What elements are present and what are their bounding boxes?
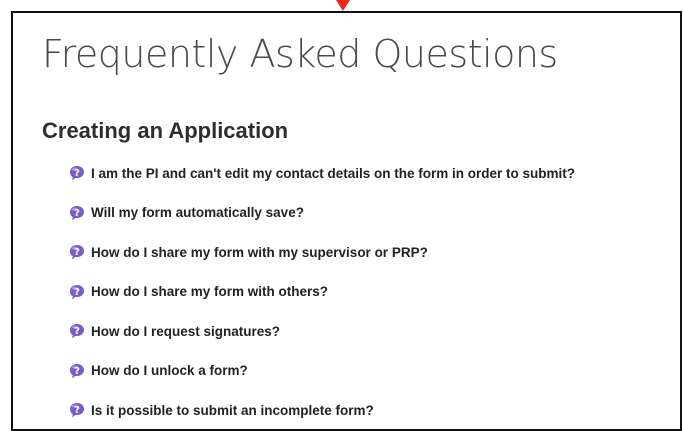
faq-question-label: How do I request signatures? — [91, 323, 281, 339]
question-bubble-icon: ? — [69, 363, 85, 379]
page-title: Frequently Asked Questions — [42, 32, 558, 76]
faq-item-request-signatures[interactable]: ? How do I request signatures? — [69, 321, 575, 341]
question-bubble-icon: ? — [69, 244, 85, 260]
svg-text:?: ? — [74, 287, 80, 298]
faq-item-unlock-form[interactable]: ? How do I unlock a form? — [69, 361, 575, 381]
faq-item-autosave[interactable]: ? Will my form automatically save? — [69, 203, 575, 223]
svg-text:?: ? — [74, 247, 80, 258]
faq-question-label: How do I share my form with my superviso… — [91, 244, 428, 260]
faq-item-share-supervisor[interactable]: ? How do I share my form with my supervi… — [69, 242, 575, 262]
pointer-arrow-icon — [336, 0, 350, 11]
faq-panel: Frequently Asked Questions Creating an A… — [11, 11, 682, 431]
question-bubble-icon: ? — [69, 284, 85, 300]
svg-text:?: ? — [74, 366, 80, 377]
question-bubble-icon: ? — [69, 323, 85, 339]
svg-text:?: ? — [74, 168, 80, 179]
svg-text:?: ? — [74, 326, 80, 337]
faq-list: ? I am the PI and can't edit my contact … — [69, 163, 575, 429]
faq-question-label: Is it possible to submit an incomplete f… — [91, 402, 374, 418]
faq-item-share-others[interactable]: ? How do I share my form with others? — [69, 282, 575, 302]
question-bubble-icon: ? — [69, 402, 85, 418]
section-heading: Creating an Application — [42, 118, 289, 143]
faq-item-incomplete-form[interactable]: ? Is it possible to submit an incomplete… — [69, 400, 575, 420]
faq-question-label: I am the PI and can't edit my contact de… — [91, 165, 576, 181]
svg-text:?: ? — [74, 208, 80, 219]
faq-question-label: How do I share my form with others? — [91, 284, 329, 299]
faq-question-label: How do I unlock a form? — [91, 363, 248, 378]
faq-question-label: Will my form automatically save? — [91, 205, 304, 220]
svg-text:?: ? — [74, 405, 80, 416]
question-bubble-icon: ? — [69, 165, 85, 181]
question-bubble-icon: ? — [69, 205, 85, 221]
faq-item-contact-details[interactable]: ? I am the PI and can't edit my contact … — [69, 163, 575, 183]
